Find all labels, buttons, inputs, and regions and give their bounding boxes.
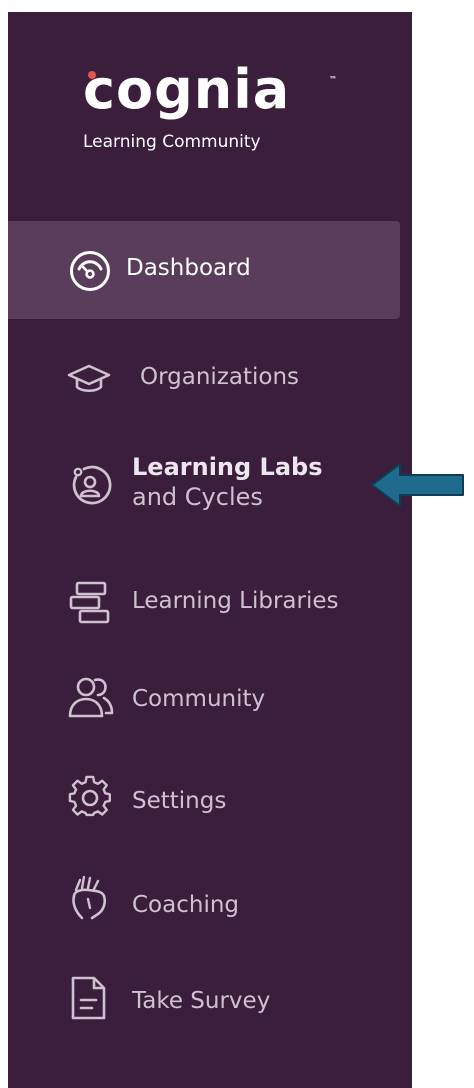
brand-tagline: Learning Community — [83, 132, 261, 152]
logo-trademark: ™ — [329, 75, 338, 84]
gauge-icon — [68, 249, 112, 293]
nav-label-learning-labs-title: Learning Labs — [132, 453, 323, 481]
logo-wordmark: cognia — [83, 58, 291, 121]
coaching-hands-icon — [68, 874, 112, 922]
nav-label-coaching: Coaching — [132, 892, 240, 918]
nav-item-take-survey[interactable]: Take Survey — [8, 970, 400, 1030]
nav-label-learning-labs-subtitle: and Cycles — [132, 483, 263, 511]
library-stack-icon — [68, 580, 112, 626]
gear-icon — [68, 775, 112, 819]
nav-label-settings: Settings — [132, 788, 227, 814]
nav-item-learning-labs[interactable]: Learning Labs and Cycles — [8, 440, 400, 528]
nav-label-organizations: Organizations — [140, 364, 300, 390]
nav-item-coaching[interactable]: Coaching — [8, 870, 400, 930]
document-icon — [68, 974, 108, 1022]
graduation-cap-icon — [66, 363, 112, 395]
nav-label-community: Community — [132, 686, 266, 712]
nav-label-take-survey: Take Survey — [132, 988, 271, 1014]
nav-item-settings[interactable]: Settings — [8, 768, 400, 828]
nav-label-learning-labs: Learning Labs and Cycles — [132, 452, 323, 512]
nav-item-community[interactable]: Community — [8, 668, 400, 728]
nav-item-organizations[interactable]: Organizations — [8, 348, 400, 408]
cognia-logo[interactable]: cognia ™ — [83, 58, 337, 122]
nav-item-dashboard[interactable]: Dashboard — [8, 221, 400, 319]
nav-label-dashboard: Dashboard — [126, 255, 251, 281]
learning-cycle-icon — [68, 464, 112, 508]
arrow-left-icon — [370, 460, 466, 514]
nav-item-learning-libraries[interactable]: Learning Libraries — [8, 572, 400, 632]
brand[interactable]: cognia ™ Learning Community — [83, 58, 337, 153]
logo-dot — [88, 71, 96, 79]
nav-label-learning-libraries: Learning Libraries — [132, 588, 339, 614]
sidebar: cognia ™ Learning Community Dashboard Or… — [8, 12, 412, 1088]
community-people-icon — [66, 674, 116, 720]
